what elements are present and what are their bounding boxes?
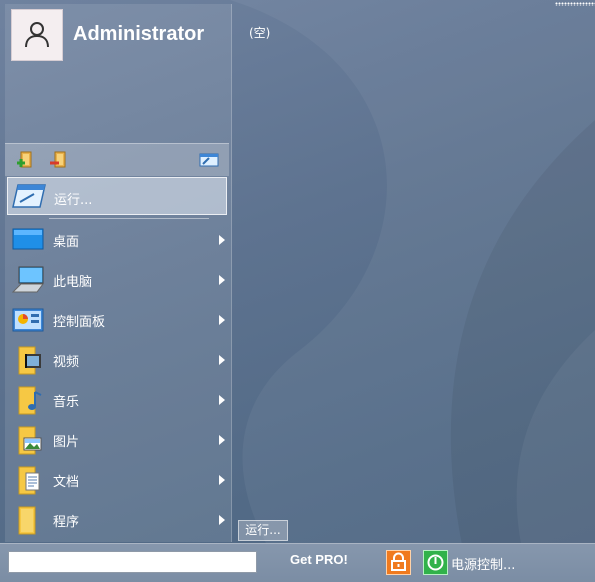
documents-folder-icon: [18, 466, 40, 495]
menu-item-label: 文档: [53, 475, 80, 490]
video-folder-icon: [18, 346, 41, 375]
user-name: Administrator: [73, 23, 205, 45]
computer-icon: [11, 266, 44, 293]
search-input[interactable]: [8, 551, 257, 573]
run-menu-item[interactable]: 运行...: [7, 177, 227, 215]
menu-item-documents[interactable]: 文档: [9, 461, 229, 499]
resize-grip[interactable]: [555, 2, 595, 6]
menu-item-desktop[interactable]: 桌面: [9, 221, 229, 259]
left-pane: Administrator 运行... 桌面 此电脑 控制面板 视频 音乐 图片…: [5, 4, 232, 542]
menu-item-music[interactable]: 音乐: [9, 381, 229, 419]
menu-item-pictures[interactable]: 图片: [9, 421, 229, 459]
chevron-right-icon: [219, 315, 225, 325]
control-panel-icon: [12, 308, 44, 332]
desktop-icon: [12, 228, 44, 250]
power-control-button[interactable]: 电源控制...: [451, 554, 515, 573]
lock-icon: [391, 552, 406, 571]
power-icon[interactable]: [423, 550, 448, 575]
bottom-bar: Get PRO! 电源控制...: [0, 543, 595, 582]
chevron-right-icon: [219, 235, 225, 245]
chevron-right-icon: [219, 475, 225, 485]
menu-item-label: 音乐: [53, 395, 80, 410]
pictures-folder-icon: [18, 426, 42, 455]
chevron-right-icon: [219, 515, 225, 525]
menu-item-computer[interactable]: 此电脑: [9, 261, 229, 299]
menu-item-label: 桌面: [53, 235, 80, 250]
menu-item-programs[interactable]: 程序: [9, 501, 229, 539]
music-folder-icon: [18, 386, 42, 415]
remove-item-icon[interactable]: [49, 150, 69, 170]
menu-item-control-panel[interactable]: 控制面板: [9, 301, 229, 339]
menu-item-label: 此电脑: [53, 275, 93, 290]
run-label: 运行...: [54, 193, 93, 208]
get-pro-link[interactable]: Get PRO!: [290, 552, 348, 567]
menu-item-label: 视频: [53, 355, 80, 370]
add-item-icon[interactable]: [15, 150, 35, 170]
user-icon: [25, 22, 49, 48]
menu-item-label: 控制面板: [53, 315, 106, 330]
chevron-right-icon: [219, 435, 225, 445]
avatar[interactable]: [11, 9, 63, 61]
window-icon[interactable]: [199, 150, 219, 170]
toolbar: [5, 143, 229, 176]
run-button[interactable]: 运行...: [238, 520, 288, 541]
divider: [49, 218, 209, 219]
programs-folder-icon: [18, 506, 36, 535]
menu-item-label: 程序: [53, 515, 80, 530]
run-icon: [12, 184, 46, 208]
empty-placeholder: (空): [249, 26, 271, 40]
chevron-right-icon: [219, 355, 225, 365]
menu-item-videos[interactable]: 视频: [9, 341, 229, 379]
lock-button[interactable]: [386, 550, 411, 575]
chevron-right-icon: [219, 395, 225, 405]
menu-item-label: 图片: [53, 435, 80, 450]
chevron-right-icon: [219, 275, 225, 285]
